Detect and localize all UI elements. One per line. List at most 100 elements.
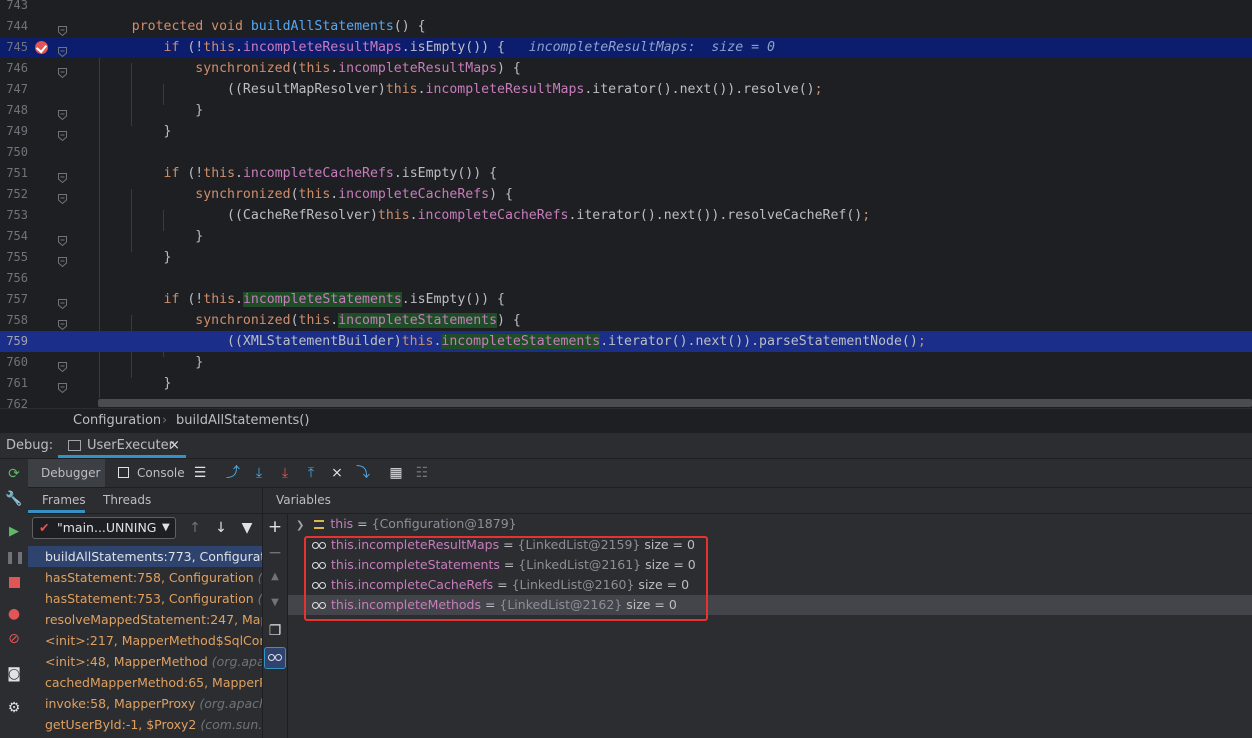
expand-arrow-icon[interactable]: ❯ bbox=[296, 520, 304, 531]
variable-row[interactable]: ❯ this = {Configuration@1879} bbox=[288, 514, 1252, 534]
line-number[interactable]: 752 bbox=[0, 184, 28, 205]
move-down-icon[interactable]: ▼ bbox=[266, 594, 284, 612]
code-line[interactable]: 760 } bbox=[0, 352, 1252, 373]
code-editor[interactable]: 743 744 protected void buildAllStatements… bbox=[0, 0, 1252, 408]
breadcrumb-method[interactable]: buildAllStatements() bbox=[176, 409, 309, 433]
code-line[interactable]: 758 synchronized(this.incompleteStatemen… bbox=[0, 310, 1252, 331]
tab-console[interactable]: Console bbox=[113, 459, 191, 487]
code-line[interactable]: 744 protected void buildAllStatements() … bbox=[0, 16, 1252, 37]
code-line[interactable]: 761 } bbox=[0, 373, 1252, 394]
stack-frame[interactable]: resolveMappedStatement:247, MapperMethod… bbox=[28, 609, 262, 630]
show-watches-toggle[interactable] bbox=[264, 647, 286, 669]
line-number[interactable]: 748 bbox=[0, 100, 28, 121]
stack-frame[interactable]: <init>:217, MapperMethod$SqlCommand (org… bbox=[28, 630, 262, 651]
tab-frames[interactable]: Frames bbox=[28, 488, 86, 513]
fold-marker-icon[interactable] bbox=[58, 189, 67, 205]
fold-marker-icon[interactable] bbox=[58, 231, 67, 247]
session-tab[interactable]: UserExecuter × bbox=[58, 433, 186, 458]
line-number[interactable]: 756 bbox=[0, 268, 28, 289]
code-line[interactable]: 754 } bbox=[0, 226, 1252, 247]
code-line[interactable]: 746 synchronized(this.incompleteResultMa… bbox=[0, 58, 1252, 79]
line-number[interactable]: 750 bbox=[0, 142, 28, 163]
line-number[interactable]: 757 bbox=[0, 289, 28, 310]
fold-marker-icon[interactable] bbox=[58, 105, 67, 121]
line-number[interactable]: 761 bbox=[0, 373, 28, 394]
code-line[interactable]: 752 synchronized(this.incompleteCacheRef… bbox=[0, 184, 1252, 205]
line-number[interactable]: 746 bbox=[0, 58, 28, 79]
line-number[interactable]: 762 bbox=[0, 394, 28, 408]
run-to-cursor-icon[interactable]: ⤵ bbox=[354, 464, 372, 482]
trace-icon[interactable]: ☷ bbox=[413, 464, 431, 482]
line-number[interactable]: 755 bbox=[0, 247, 28, 268]
code-line[interactable]: 750 bbox=[0, 142, 1252, 163]
frame-up-icon[interactable]: ↑ bbox=[186, 519, 204, 537]
force-step-into-icon[interactable]: ⤓ bbox=[276, 464, 294, 482]
tab-threads[interactable]: Threads bbox=[103, 488, 151, 513]
line-number[interactable]: 753 bbox=[0, 205, 28, 226]
filter-icon[interactable]: ▼ bbox=[238, 519, 256, 537]
stack-frame[interactable]: cachedMapperMethod:65, MapperProxy (org.… bbox=[28, 672, 262, 693]
code-line[interactable]: 743 bbox=[0, 0, 1252, 16]
resume-icon[interactable]: ▶ bbox=[5, 523, 23, 541]
code-line[interactable]: 745 if (!this.incompleteResultMaps.isEmp… bbox=[0, 37, 1252, 58]
code-line[interactable]: 751 if (!this.incompleteCacheRefs.isEmpt… bbox=[0, 163, 1252, 184]
stop-icon[interactable] bbox=[5, 575, 23, 593]
rerun-icon[interactable]: ⟳ bbox=[5, 465, 23, 483]
step-out-icon[interactable]: ⤒ bbox=[302, 464, 320, 482]
mute-breakpoints-icon[interactable]: ⊘ bbox=[5, 630, 23, 648]
fold-marker-icon[interactable] bbox=[58, 168, 67, 184]
code-line[interactable]: 756 bbox=[0, 268, 1252, 289]
breadcrumb-class[interactable]: Configuration bbox=[73, 409, 161, 433]
code-line[interactable]: 757 if (!this.incompleteStatements.isEmp… bbox=[0, 289, 1252, 310]
line-number[interactable]: 751 bbox=[0, 163, 28, 184]
fold-marker-icon[interactable] bbox=[58, 294, 67, 310]
pause-icon[interactable]: ❚❚ bbox=[5, 548, 25, 566]
fold-marker-icon[interactable] bbox=[58, 378, 67, 394]
add-watch-icon[interactable]: + bbox=[266, 518, 284, 536]
settings-icon[interactable]: ⚙ bbox=[5, 699, 23, 717]
line-number[interactable]: 749 bbox=[0, 121, 28, 142]
drop-frame-icon[interactable]: ⨯ bbox=[328, 464, 346, 482]
code-line[interactable]: 759 ((XMLStatementBuilder)this.incomplet… bbox=[0, 331, 1252, 352]
fold-marker-icon[interactable] bbox=[58, 252, 67, 268]
stack-frame[interactable]: hasStatement:758, Configuration (org.apa… bbox=[28, 567, 262, 588]
stack-frame[interactable]: getUserById:-1, $Proxy2 (com.sun.proxy) bbox=[28, 714, 262, 735]
line-number[interactable]: 744 bbox=[0, 16, 28, 37]
fold-marker-icon[interactable] bbox=[58, 42, 67, 58]
frame-down-icon[interactable]: ↓ bbox=[212, 519, 230, 537]
camera-icon[interactable]: ◙ bbox=[5, 665, 23, 683]
line-number[interactable]: 758 bbox=[0, 310, 28, 331]
copy-icon[interactable]: ❐ bbox=[266, 622, 284, 640]
tab-debugger[interactable]: Debugger bbox=[28, 459, 105, 487]
line-number[interactable]: 760 bbox=[0, 352, 28, 373]
step-over-icon[interactable]: ⤓ bbox=[250, 464, 268, 482]
line-number[interactable]: 743 bbox=[0, 0, 28, 16]
stack-frame[interactable]: <init>:48, MapperMethod (org.apache.ibat… bbox=[28, 651, 262, 672]
stack-frame[interactable]: invoke:58, MapperProxy (org.apache.ibati… bbox=[28, 693, 262, 714]
view-breakpoints-icon[interactable]: ● bbox=[5, 605, 23, 623]
line-number[interactable]: 745 bbox=[0, 37, 28, 58]
horizontal-scrollbar[interactable] bbox=[98, 399, 1252, 407]
show-execution-point-icon[interactable]: ⤴ bbox=[224, 464, 242, 482]
line-number[interactable]: 747 bbox=[0, 79, 28, 100]
thread-select[interactable]: ✔ "main...UNNING ▼ bbox=[32, 517, 176, 539]
line-number[interactable]: 754 bbox=[0, 226, 28, 247]
wrench-icon[interactable]: 🔧 bbox=[5, 490, 23, 508]
fold-marker-icon[interactable] bbox=[58, 126, 67, 142]
code-line[interactable]: 755 } bbox=[0, 247, 1252, 268]
code-line[interactable]: 749 } bbox=[0, 121, 1252, 142]
code-line[interactable]: 748 } bbox=[0, 100, 1252, 121]
move-up-icon[interactable]: ▲ bbox=[266, 568, 284, 586]
stack-frame[interactable]: hasStatement:753, Configuration (org.apa… bbox=[28, 588, 262, 609]
close-icon[interactable]: × bbox=[169, 433, 180, 458]
remove-watch-icon[interactable]: − bbox=[266, 544, 284, 562]
stack-frame[interactable]: buildAllStatements:773, Configuration (o… bbox=[28, 546, 262, 567]
fold-marker-icon[interactable] bbox=[58, 63, 67, 79]
evaluate-expression-icon[interactable]: ▦ bbox=[387, 464, 405, 482]
fold-marker-icon[interactable] bbox=[58, 357, 67, 373]
fold-marker-icon[interactable] bbox=[58, 21, 67, 37]
line-number[interactable]: 759 bbox=[0, 331, 28, 352]
breakpoint-icon[interactable] bbox=[35, 41, 48, 54]
code-line[interactable]: 753 ((CacheRefResolver)this.incompleteCa… bbox=[0, 205, 1252, 226]
menu-icon[interactable]: ☰ bbox=[191, 464, 209, 482]
